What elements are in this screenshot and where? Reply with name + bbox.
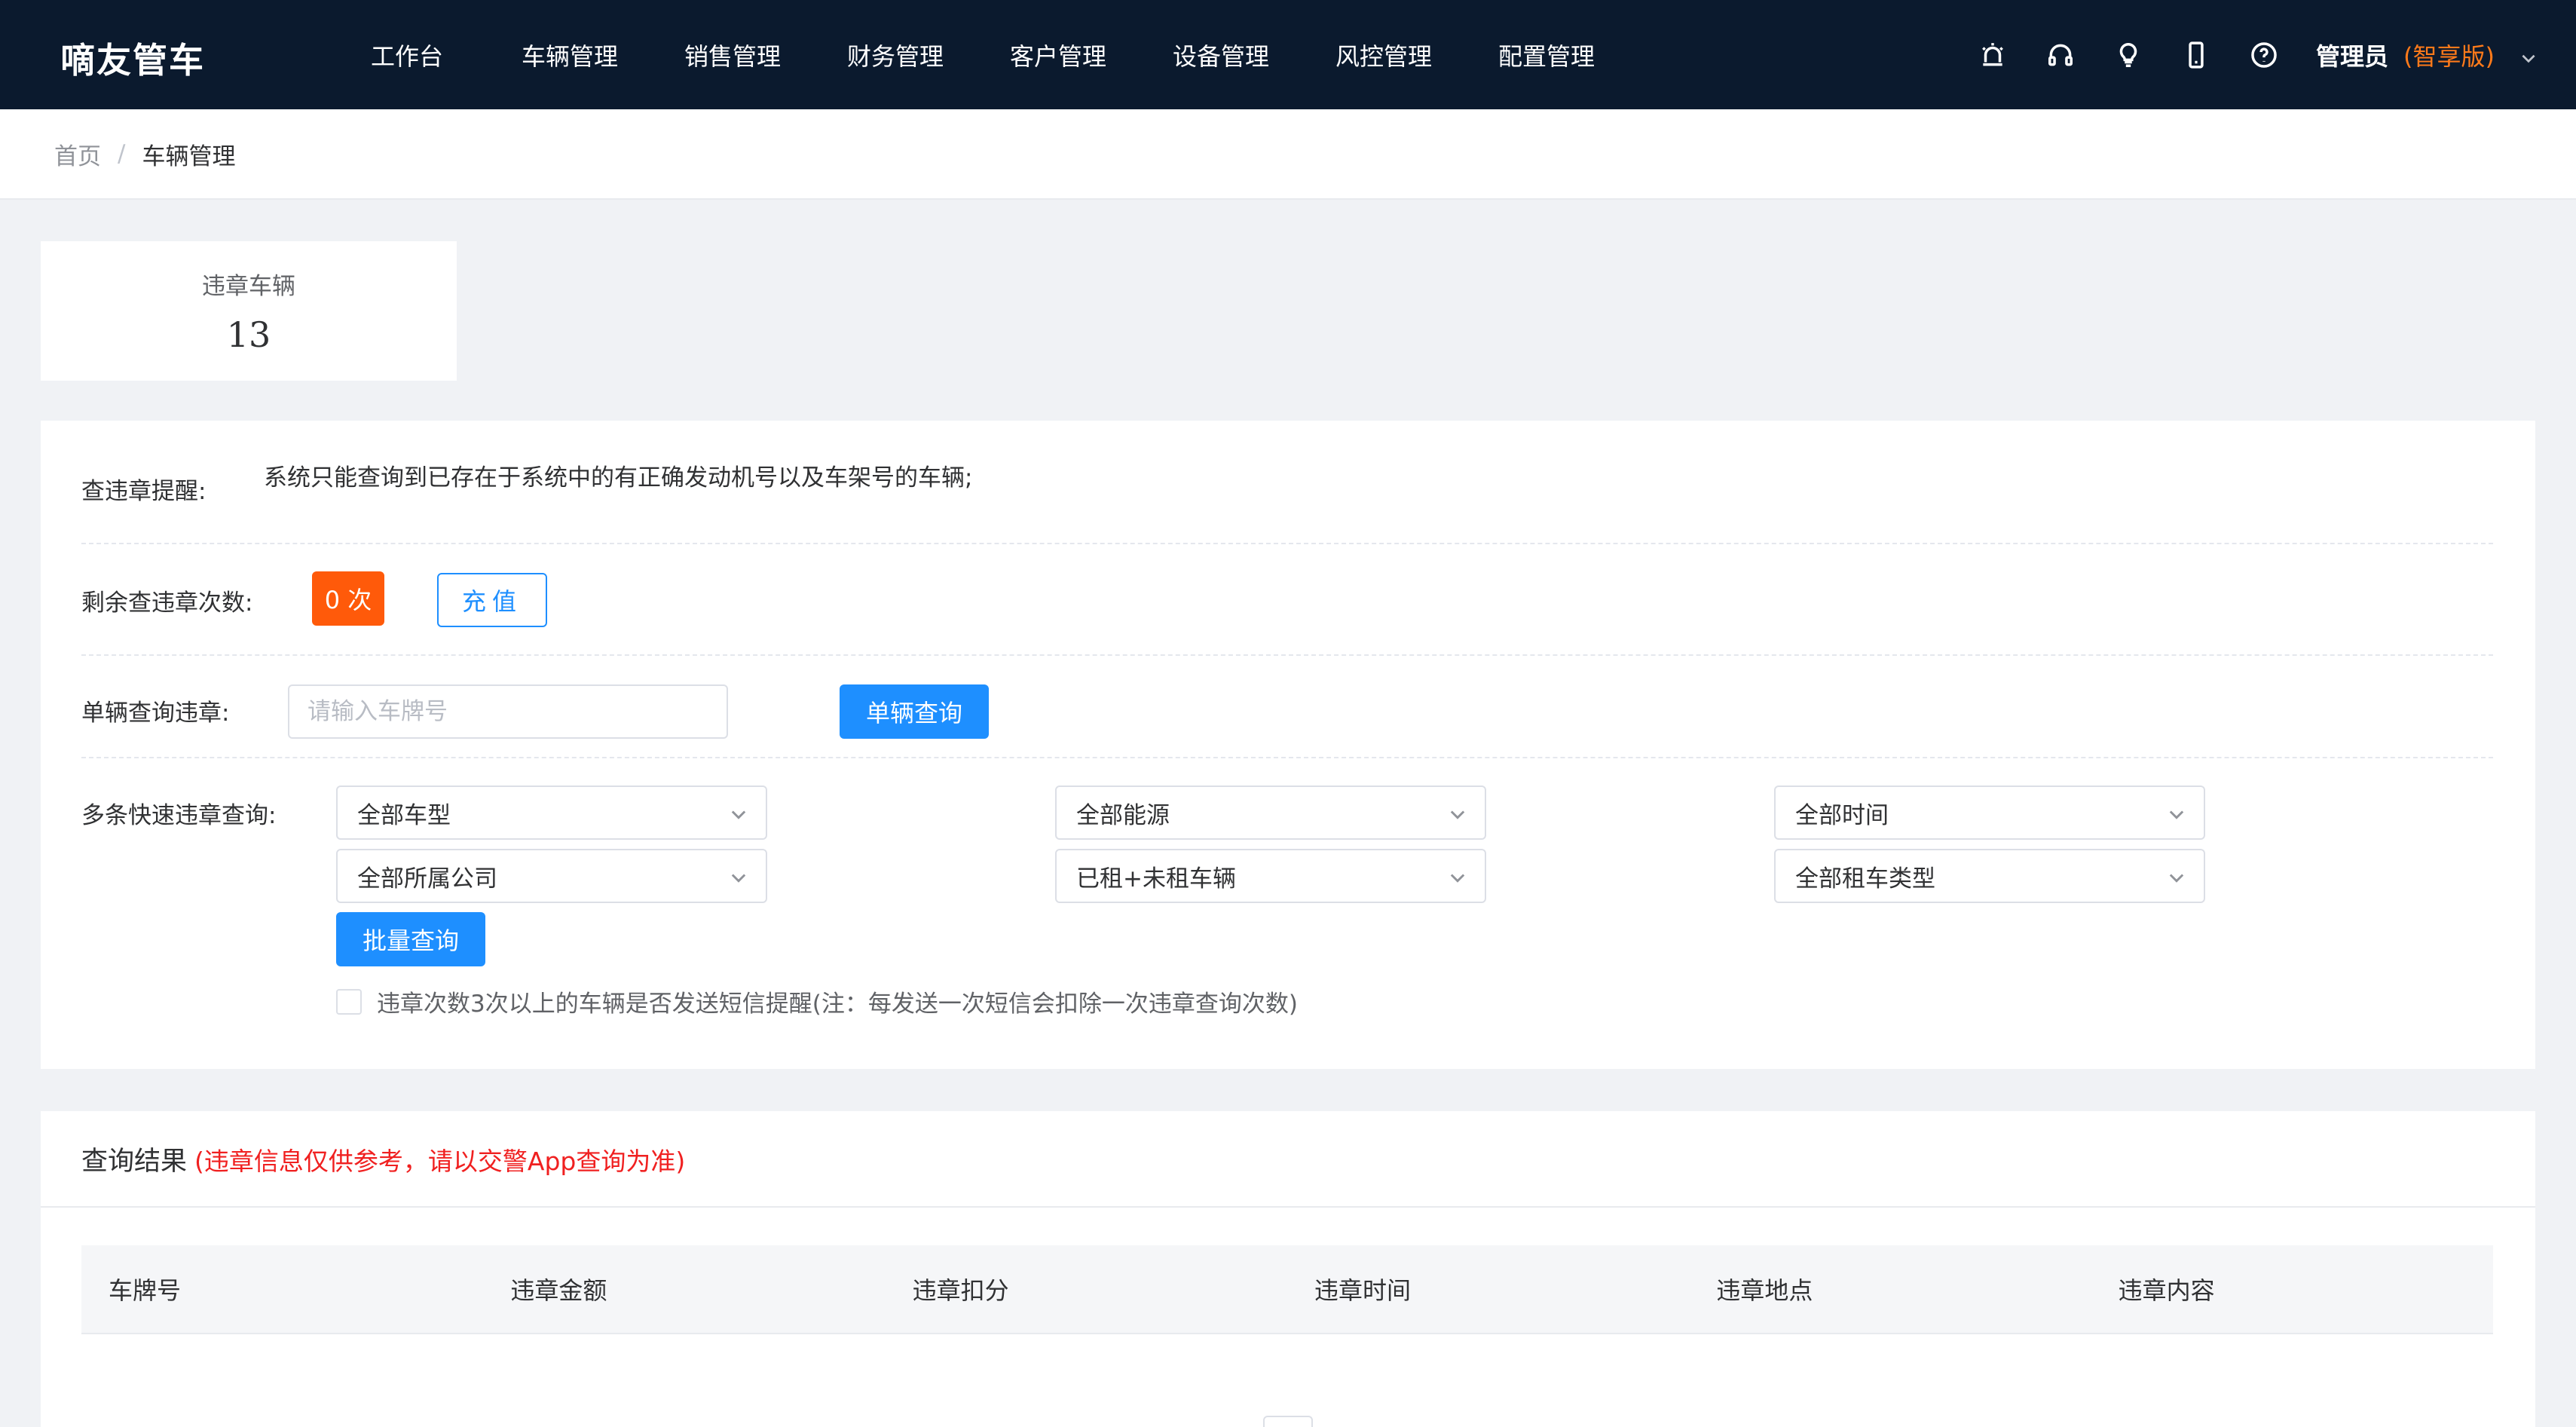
chevron-down-icon[interactable] [2519, 45, 2538, 65]
sms-reminder-label: 违章次数3次以上的车辆是否发送短信提醒(注：每发送一次短信会扣除一次违章查询次数… [377, 991, 1298, 1018]
select-value: 全部租车类型 [1795, 865, 1935, 893]
divider [81, 654, 2493, 656]
nav-item-risk[interactable]: 风控管理 [1302, 38, 1465, 72]
nav-item-config[interactable]: 配置管理 [1465, 38, 1628, 72]
header-tools: 管理员 (智享版) [1977, 0, 2576, 109]
chevron-down-icon [728, 804, 749, 825]
select-value: 全部能源 [1076, 801, 1170, 829]
breadcrumb: 首页 / 车辆管理 [0, 109, 2576, 200]
nav-item-sales[interactable]: 销售管理 [651, 38, 814, 72]
column-time: 违章时间 [1314, 1276, 1411, 1305]
breadcrumb-current: 车辆管理 [142, 142, 236, 170]
nav-item-finance[interactable]: 财务管理 [814, 38, 977, 72]
headset-icon[interactable] [2045, 39, 2076, 71]
results-header: 查询结果 (违章信息仅供参考，请以交警App查询为准) [81, 1140, 685, 1178]
results-note: (违章信息仅供参考，请以交警App查询为准) [194, 1147, 686, 1176]
app-logo[interactable]: 嘀友管车 [60, 33, 205, 83]
query-results-panel: 查询结果 (违章信息仅供参考，请以交警App查询为准) 车牌号 违章金额 违章扣分… [41, 1111, 2535, 1427]
violation-query-panel: 查违章提醒: 系统只能查询到已存在于系统中的有正确发动机号以及车架号的车辆; 剩… [41, 421, 2535, 1069]
nav-item-vehicles[interactable]: 车辆管理 [488, 38, 651, 72]
batch-query-button[interactable]: 批量查询 [336, 912, 485, 966]
remaining-label: 剩余查违章次数: [81, 589, 253, 617]
chevron-down-icon [2166, 804, 2187, 825]
single-query-button[interactable]: 单辆查询 [840, 684, 989, 739]
chevron-down-icon [2166, 867, 2187, 888]
divider [81, 543, 2493, 544]
recharge-button[interactable]: 充值 [437, 573, 547, 627]
divider [81, 757, 2493, 758]
select-value: 已租+未租车辆 [1076, 865, 1236, 893]
breadcrumb-separator: / [118, 140, 126, 167]
reminder-label: 查违章提醒: [81, 478, 207, 505]
divider [41, 1206, 2535, 1208]
company-select[interactable]: 全部所属公司 [336, 849, 767, 903]
breadcrumb-home[interactable]: 首页 [54, 137, 101, 171]
user-name: 管理员 [2316, 41, 2389, 71]
results-table-header: 车牌号 违章金额 违章扣分 违章时间 违章地点 违章内容 [81, 1245, 2493, 1334]
alarm-icon[interactable] [1977, 39, 2008, 71]
batch-query-label: 多条快速违章查询: [81, 802, 277, 829]
mobile-icon[interactable] [2180, 39, 2212, 71]
column-content: 违章内容 [2118, 1276, 2215, 1305]
bulb-icon[interactable] [2113, 39, 2144, 71]
energy-type-select[interactable]: 全部能源 [1055, 785, 1486, 840]
violation-vehicles-card: 违章车辆 13 [41, 241, 457, 381]
chevron-down-icon [728, 867, 749, 888]
select-value: 全部车型 [357, 801, 451, 829]
help-icon[interactable] [2248, 39, 2280, 71]
user-edition: (智享版) [2403, 41, 2495, 71]
chevron-down-icon [1447, 804, 1468, 825]
sms-reminder-checkbox[interactable] [336, 988, 362, 1015]
select-value: 全部时间 [1795, 801, 1889, 829]
results-title: 查询结果 [81, 1147, 188, 1177]
chevron-down-icon [1447, 867, 1468, 888]
rental-status-select[interactable]: 已租+未租车辆 [1055, 849, 1486, 903]
top-navbar: 嘀友管车 工作台 车辆管理 销售管理 财务管理 客户管理 设备管理 风控管理 配… [0, 0, 2576, 109]
nav-item-customers[interactable]: 客户管理 [977, 38, 1140, 72]
pagination-button[interactable] [1263, 1416, 1313, 1427]
stat-label: 违章车辆 [202, 273, 295, 300]
rental-type-select[interactable]: 全部租车类型 [1774, 849, 2205, 903]
column-plate-number: 车牌号 [109, 1276, 182, 1305]
plate-number-input[interactable] [288, 684, 728, 739]
sms-reminder-option[interactable]: 违章次数3次以上的车辆是否发送短信提醒(注：每发送一次短信会扣除一次违章查询次数… [336, 985, 1298, 1018]
column-location: 违章地点 [1716, 1276, 1813, 1305]
column-fine-amount: 违章金额 [510, 1276, 607, 1305]
reminder-text: 系统只能查询到已存在于系统中的有正确发动机号以及车架号的车辆; [264, 464, 973, 491]
column-points: 违章扣分 [912, 1276, 1009, 1305]
vehicle-type-select[interactable]: 全部车型 [336, 785, 767, 840]
main-nav: 工作台 车辆管理 销售管理 财务管理 客户管理 设备管理 风控管理 配置管理 [354, 0, 1628, 109]
user-menu[interactable]: 管理员 (智享版) [2316, 38, 2538, 72]
remaining-count-badge: 0 次 [312, 571, 384, 626]
select-value: 全部所属公司 [357, 865, 497, 893]
nav-item-devices[interactable]: 设备管理 [1140, 38, 1302, 72]
stat-value: 13 [226, 314, 271, 355]
single-query-label: 单辆查询违章: [81, 700, 230, 727]
time-range-select[interactable]: 全部时间 [1774, 785, 2205, 840]
nav-item-workbench[interactable]: 工作台 [354, 38, 460, 72]
